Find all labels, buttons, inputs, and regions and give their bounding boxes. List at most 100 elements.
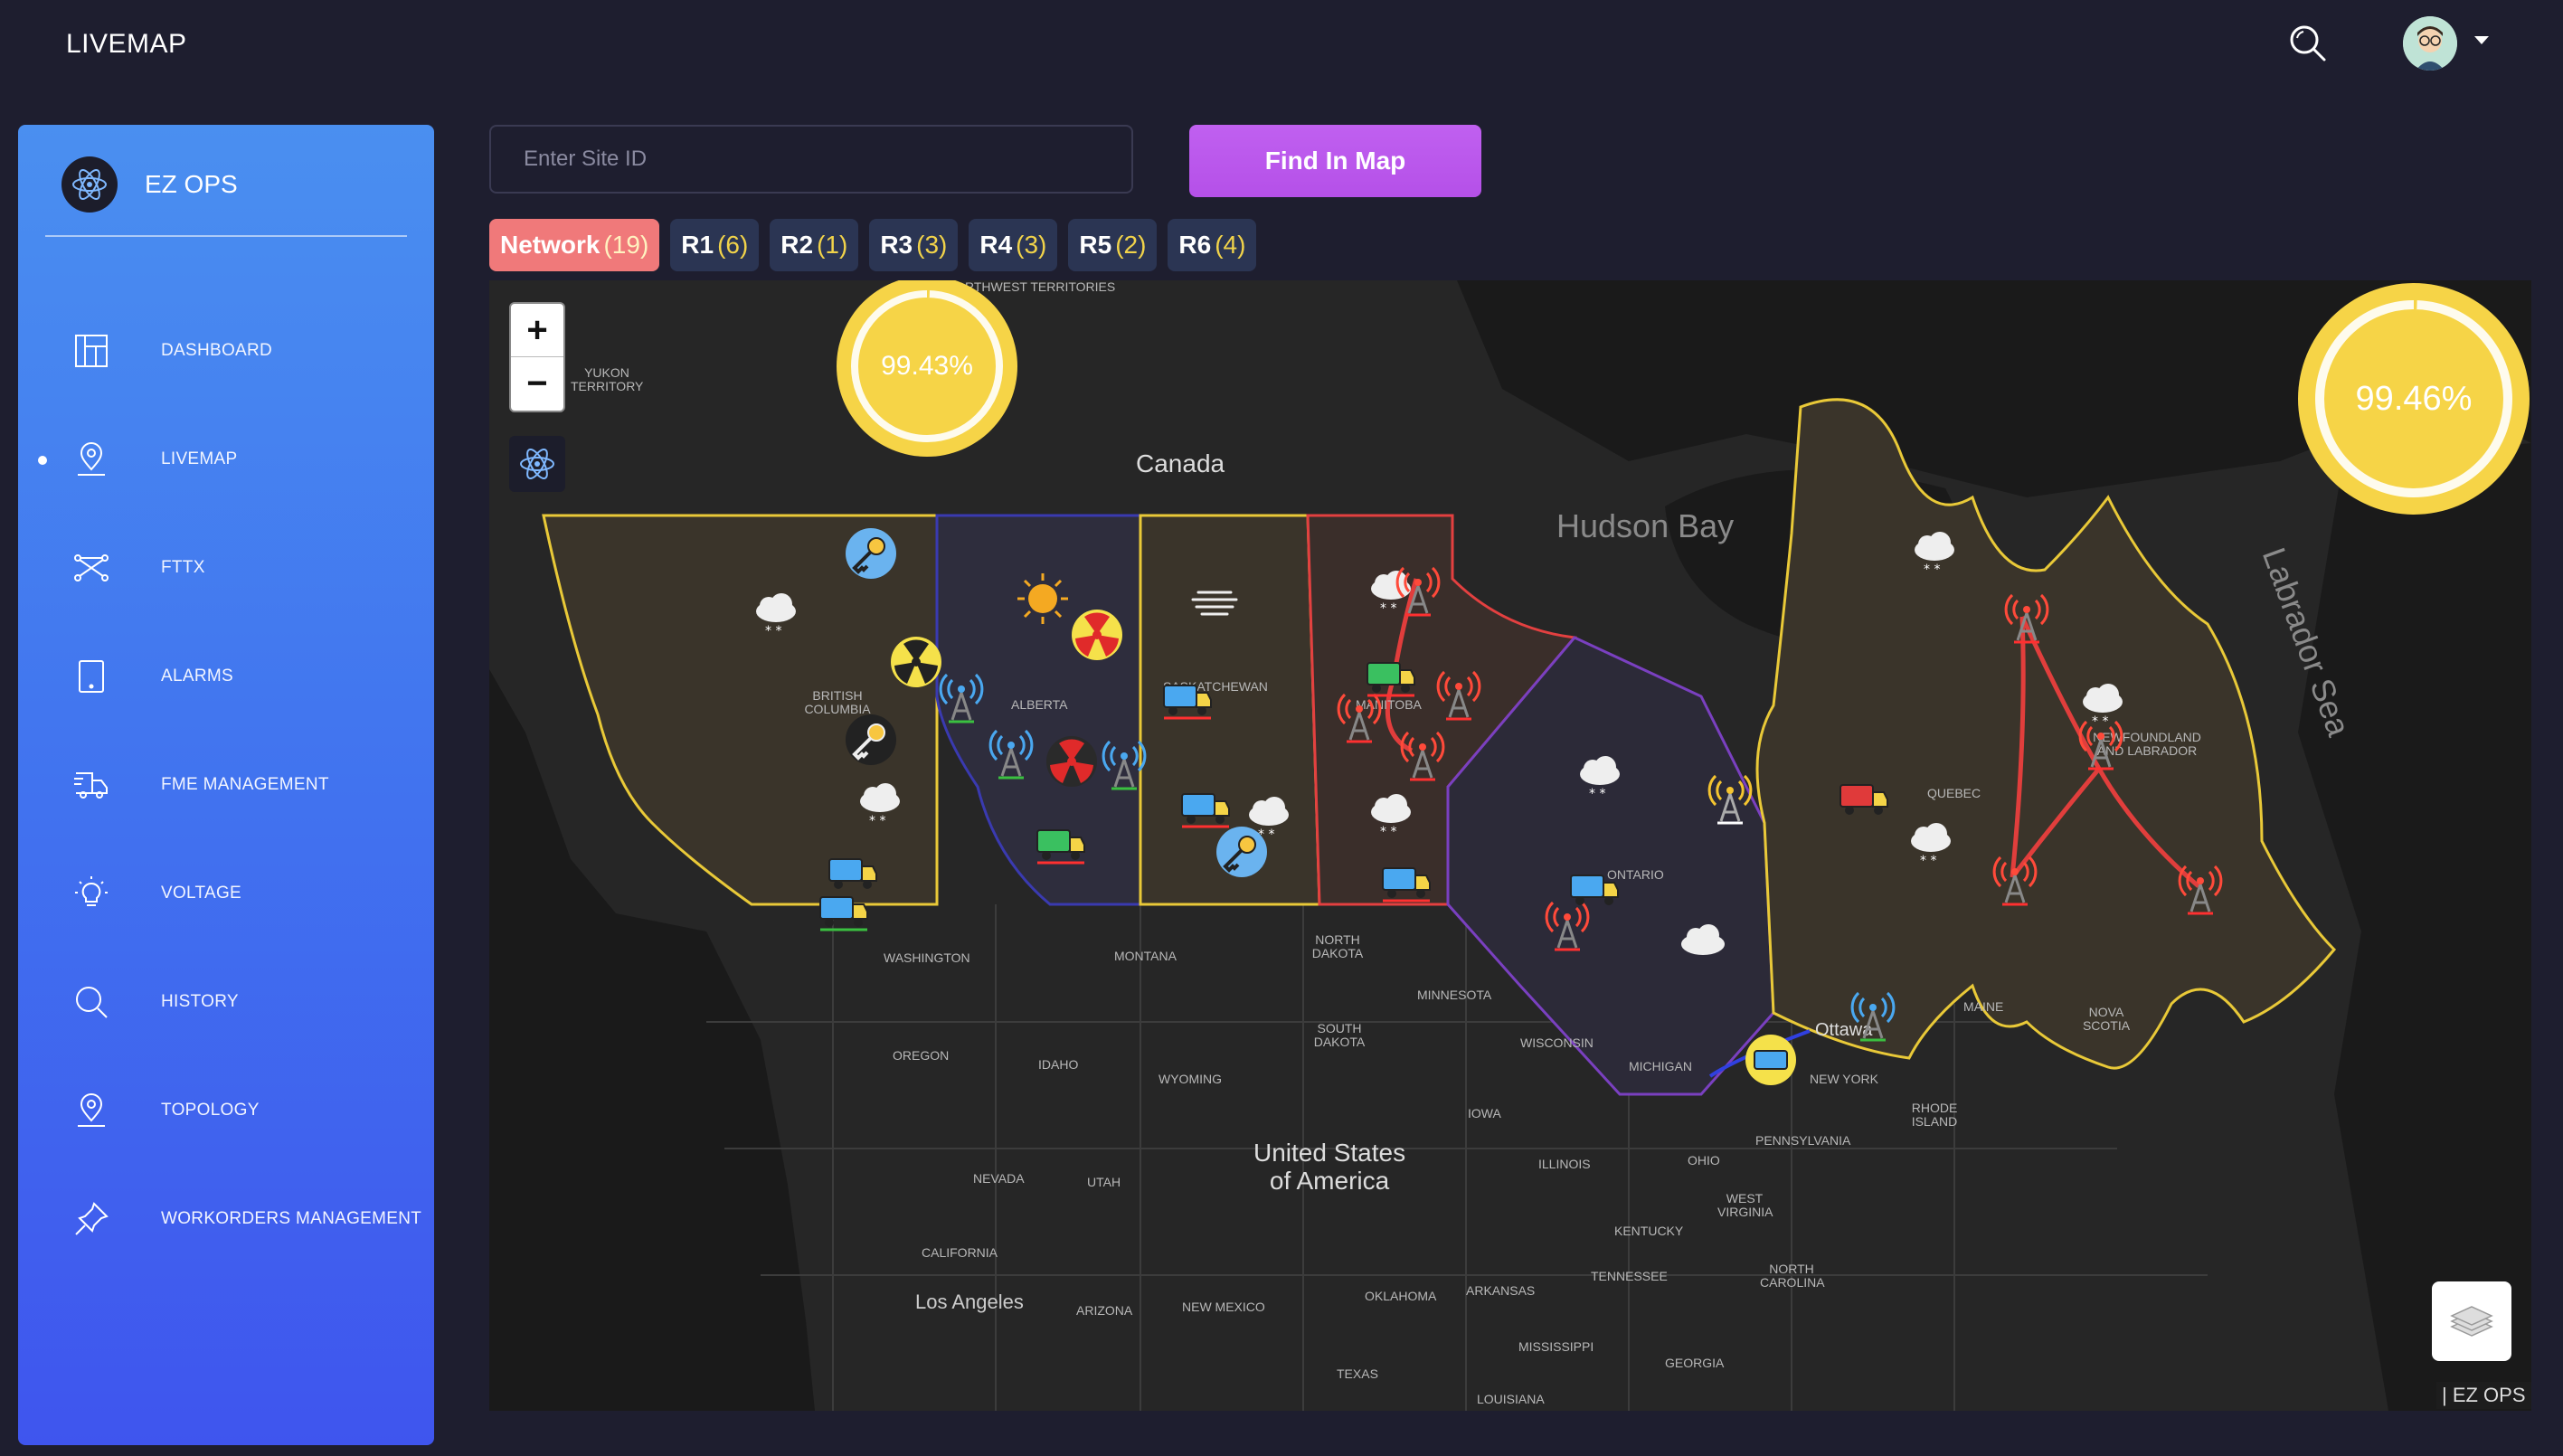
- layers-icon[interactable]: [2432, 1281, 2511, 1361]
- field-truck-icon[interactable]: [1565, 859, 1623, 917]
- weather-snow-cloud-icon[interactable]: * *: [851, 778, 909, 836]
- map-label-texas: TEXAS: [1337, 1366, 1378, 1381]
- live-map[interactable]: Canada Hudson Bay Labrador Sea United St…: [489, 280, 2531, 1411]
- map-label-wisconsin: WISCONSIN: [1520, 1035, 1594, 1050]
- radiation-hazard-icon[interactable]: [1068, 606, 1126, 664]
- weather-sun-icon[interactable]: [1014, 570, 1072, 628]
- tab-r1[interactable]: R1 (6): [670, 219, 760, 271]
- sidebar-nav: DASHBOARD LIVEMAP FTTX ALARMS FME MANAGE…: [18, 297, 434, 1273]
- sidebar-item-alarms[interactable]: ALARMS: [18, 622, 434, 731]
- map-label-minnesota: MINNESOTA: [1417, 988, 1492, 1002]
- tab-network[interactable]: Network (19): [489, 219, 660, 271]
- weather-snow-cloud-icon[interactable]: * *: [747, 588, 805, 646]
- sidebar-item-label: ALARMS: [161, 667, 233, 685]
- access-key-icon[interactable]: [842, 711, 900, 769]
- access-key-icon[interactable]: [842, 525, 900, 582]
- field-truck-icon[interactable]: [1159, 669, 1216, 727]
- weather-snow-cloud-icon[interactable]: * *: [1571, 751, 1629, 808]
- sidebar-item-history[interactable]: HISTORY: [18, 948, 434, 1056]
- field-truck-icon[interactable]: [1032, 814, 1090, 872]
- weather-snow-cloud-icon[interactable]: * *: [1906, 526, 1963, 584]
- uptime-gauge-right[interactable]: 99.46%: [2295, 280, 2531, 517]
- page-title: LIVEMAP: [66, 29, 187, 59]
- uptime-gauge-left[interactable]: 99.43%: [834, 280, 1020, 459]
- truck-icon: [72, 763, 145, 807]
- sidebar-item-fttx[interactable]: FTTX: [18, 514, 434, 622]
- network-icon: [72, 546, 145, 590]
- cell-tower-icon[interactable]: [1844, 986, 1902, 1044]
- tab-count: (19): [603, 231, 649, 259]
- tab-label: Network: [500, 231, 601, 259]
- atom-logo-icon: [61, 156, 118, 213]
- cell-tower-alarm-icon[interactable]: [1394, 725, 1452, 783]
- tab-count: (1): [817, 231, 848, 259]
- cell-tower-icon[interactable]: [982, 723, 1040, 781]
- weather-snow-cloud-icon[interactable]: * *: [1902, 818, 1960, 875]
- sidebar-item-label: FTTX: [161, 558, 205, 577]
- site-id-input[interactable]: [489, 125, 1133, 194]
- cell-tower-icon[interactable]: [1095, 734, 1153, 792]
- search-icon[interactable]: [2286, 22, 2330, 65]
- tab-count: (4): [1215, 231, 1246, 259]
- field-truck-icon[interactable]: [815, 881, 873, 939]
- map-attribution[interactable]: | EZ OPS: [2436, 1382, 2531, 1409]
- tab-r5[interactable]: R5 (2): [1068, 219, 1158, 271]
- zoom-control: + −: [509, 302, 565, 412]
- weather-snow-cloud-icon[interactable]: * *: [1362, 789, 1420, 846]
- cell-tower-alarm-icon[interactable]: [2072, 714, 2130, 772]
- radiation-hazard-icon[interactable]: [1043, 733, 1101, 790]
- field-truck-icon[interactable]: [1362, 647, 1420, 704]
- sidebar-item-label: VOLTAGE: [161, 884, 242, 903]
- map-label-mississippi: MISSISSIPPI: [1518, 1339, 1594, 1354]
- cell-tower-alarm-icon[interactable]: [1389, 561, 1447, 619]
- cell-tower-warning-icon[interactable]: [1701, 769, 1759, 827]
- bulb-icon: [72, 872, 145, 915]
- map-label-oklahoma: OKLAHOMA: [1365, 1289, 1437, 1303]
- field-truck-icon[interactable]: [1377, 852, 1435, 910]
- avatar[interactable]: [2403, 16, 2457, 71]
- cell-tower-icon[interactable]: [932, 667, 990, 725]
- weather-fog-icon[interactable]: [1186, 574, 1244, 632]
- map-label-alberta: ALBERTA: [1011, 697, 1068, 712]
- cell-tower-alarm-icon[interactable]: [1430, 665, 1488, 723]
- sidebar-item-voltage[interactable]: VOLTAGE: [18, 839, 434, 948]
- tab-r2[interactable]: R2 (1): [770, 219, 859, 271]
- map-label-utah: UTAH: [1087, 1175, 1121, 1189]
- sidebar-item-livemap[interactable]: LIVEMAP: [18, 405, 434, 514]
- cell-tower-alarm-icon[interactable]: [1998, 588, 2056, 646]
- sidebar-item-fme-management[interactable]: FME MANAGEMENT: [18, 731, 434, 839]
- map-label-louisiana: LOUISIANA: [1477, 1392, 1545, 1406]
- access-key-icon[interactable]: [1742, 1031, 1800, 1089]
- sidebar-item-label: WORKORDERS MANAGEMENT: [161, 1209, 422, 1228]
- zoom-out-button[interactable]: −: [511, 357, 563, 411]
- sidebar-item-label: LIVEMAP: [161, 449, 238, 468]
- find-in-map-button[interactable]: Find In Map: [1189, 125, 1481, 197]
- tab-r3[interactable]: R3 (3): [869, 219, 959, 271]
- sidebar-item-dashboard[interactable]: DASHBOARD: [18, 297, 434, 405]
- sidebar-item-workorders-management[interactable]: WORKORDERS MANAGEMENT: [18, 1165, 434, 1273]
- map-label-oregon: OREGON: [893, 1048, 950, 1063]
- tab-r4[interactable]: R4 (3): [969, 219, 1058, 271]
- dashboard-icon: [72, 329, 145, 373]
- pin-icon: [72, 1197, 145, 1241]
- map-label-west-virginia: WEST VIRGINIA: [1717, 1191, 1773, 1220]
- tab-count: (3): [916, 231, 948, 259]
- map-label-kentucky: KENTUCKY: [1614, 1224, 1684, 1238]
- tab-r6[interactable]: R6 (4): [1168, 219, 1257, 271]
- top-bar: LIVEMAP: [0, 0, 2563, 90]
- sidebar-item-topology[interactable]: TOPOLOGY: [18, 1056, 434, 1165]
- chevron-down-icon[interactable]: [2474, 36, 2489, 44]
- map-pin-icon: [72, 438, 145, 481]
- map-label-hudson-bay: Hudson Bay: [1556, 507, 1735, 544]
- zoom-in-button[interactable]: +: [511, 304, 563, 357]
- map-label-rhode-island: RHODE ISLAND: [1911, 1101, 1958, 1130]
- atom-logo-icon[interactable]: [509, 436, 565, 492]
- weather-cloud-icon[interactable]: [1674, 913, 1732, 971]
- cell-tower-alarm-icon[interactable]: [1986, 850, 2044, 908]
- brand[interactable]: EZ OPS: [61, 156, 238, 213]
- tab-label: R4: [979, 231, 1013, 259]
- field-truck-icon[interactable]: [1177, 778, 1234, 836]
- field-truck-icon[interactable]: [1835, 769, 1893, 827]
- map-label-usa: United States of America: [1253, 1139, 1405, 1196]
- cell-tower-alarm-icon[interactable]: [2171, 859, 2229, 917]
